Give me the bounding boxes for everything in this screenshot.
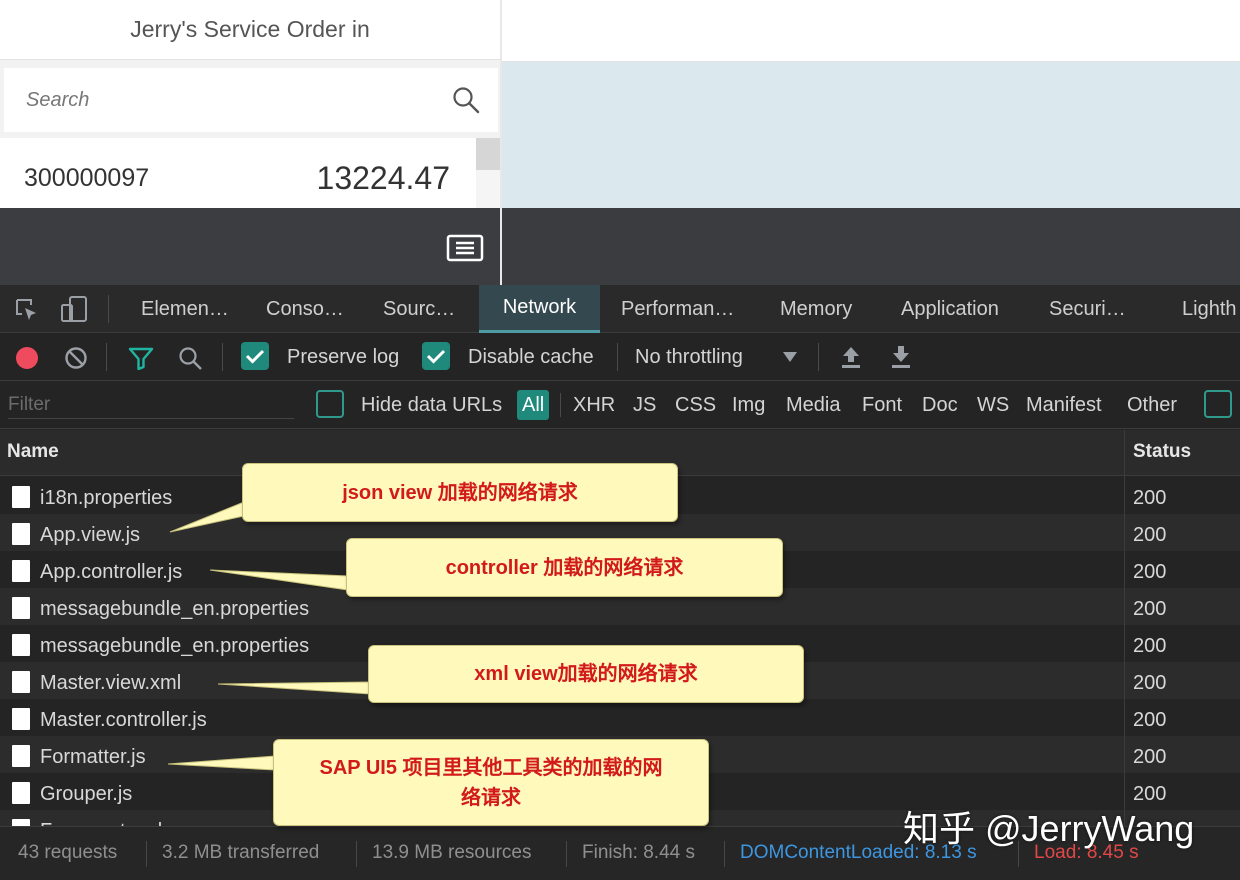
callout-xml-view: xml view加载的网络请求 [368,645,804,703]
callout-controller: controller 加载的网络请求 [346,538,783,597]
callout-json-view: json view 加载的网络请求 [242,463,678,522]
screenshot-root: Jerry's Service Order in Search 30000009… [0,0,1240,880]
callout-pointer [167,755,276,771]
callout-pointer [209,569,349,591]
callout-pointer [217,681,371,695]
watermark: 知乎 @JerryWang [903,808,1195,849]
callout-util-classes: SAP UI5 项目里其他工具类的加载的网络请求 [273,739,709,826]
callout-pointer [169,501,245,533]
